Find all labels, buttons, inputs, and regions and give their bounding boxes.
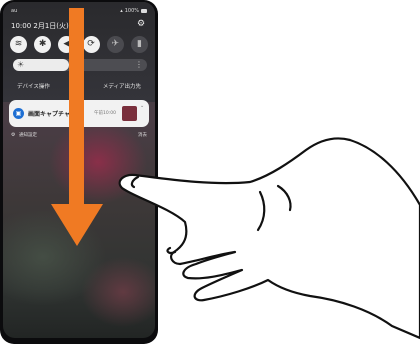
hand-icon xyxy=(118,137,420,340)
